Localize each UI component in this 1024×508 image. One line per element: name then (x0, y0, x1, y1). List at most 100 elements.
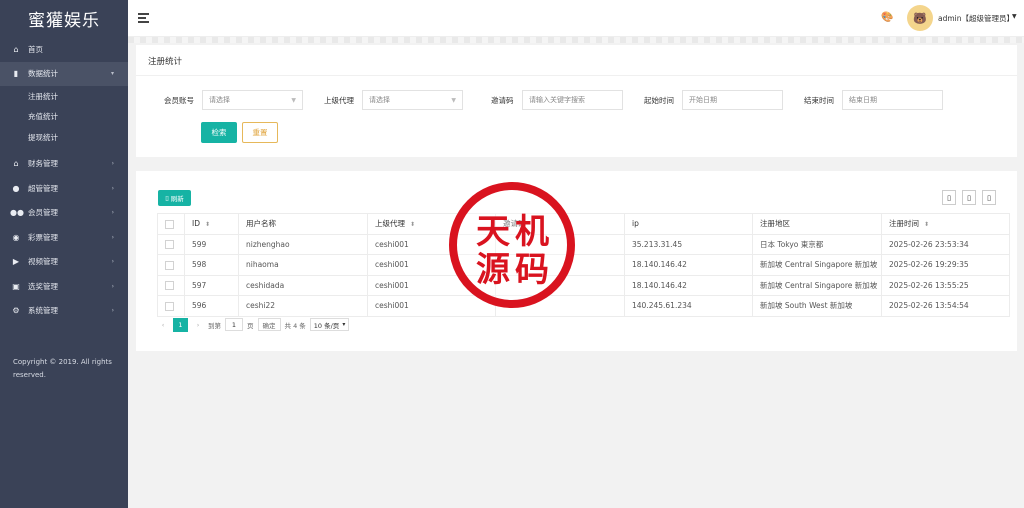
column-header-id[interactable]: ID ⬍ (184, 213, 239, 235)
sort-icon[interactable]: ⬍ (410, 221, 415, 228)
chevron-right-icon: › (111, 233, 114, 241)
agent-select[interactable]: 请选择 ▼ (362, 90, 463, 110)
prev-page-icon[interactable]: ‹ (157, 321, 169, 329)
row-checkbox[interactable] (157, 274, 185, 296)
next-page-icon[interactable]: › (192, 321, 204, 329)
top-header: 🎨 🐻 admin【超级管理员】 ▼ (128, 0, 1024, 37)
sidebar-subitem-register-stats[interactable]: 注册统计 (0, 86, 128, 107)
member-account-select[interactable]: 请选择 ▼ (202, 90, 303, 110)
goto-confirm-button[interactable]: 确定 (257, 318, 281, 331)
reset-button[interactable]: 重置 (242, 122, 278, 143)
chevron-down-icon: ▼ (291, 96, 296, 104)
cell-username: nizhenghao (238, 233, 368, 255)
app-logo: 蜜獾娱乐 (0, 0, 128, 37)
svg-text:机: 机 (515, 212, 549, 252)
row-checkbox[interactable] (157, 233, 185, 255)
table-row[interactable]: 597 ceshidada ceshi001 18.140.146.42 新加坡… (157, 274, 1010, 296)
cell-region: 新加坡 Central Singapore 新加坡 (752, 274, 882, 296)
cell-id: 599 (184, 233, 239, 255)
sidebar-item-superadmin[interactable]: ● 超管管理 › (0, 176, 128, 201)
divider (136, 75, 1017, 76)
table-row[interactable]: 598 nihaoma ceshi001 18.140.146.42 新加坡 C… (157, 254, 1010, 276)
refresh-button[interactable]: ▯ 刷新 (158, 190, 191, 206)
cell-username: ceshi22 (238, 295, 368, 317)
cell-time: 2025-02-26 13:55:25 (881, 274, 1010, 296)
sidebar-subitem-recharge-stats[interactable]: 充值统计 (0, 107, 128, 128)
sidebar-item-label: 会员管理 (28, 208, 58, 218)
sidebar-item-label: 超管管理 (28, 183, 58, 193)
page-current[interactable]: 1 (173, 317, 188, 332)
sidebar-item-members[interactable]: ●● 会员管理 › (0, 201, 128, 226)
print-icon[interactable]: ▯ (982, 190, 996, 205)
menu-toggle-icon[interactable] (138, 13, 149, 25)
row-checkbox[interactable] (157, 295, 185, 317)
cell-region: 新加坡 South West 新加坡 (752, 295, 882, 317)
select-all-checkbox[interactable] (157, 213, 185, 235)
sidebar: 蜜獾娱乐 ⌂ 首页 ▮ 数据统计 ▾ 注册统计 充值统计 提现统计 ⌂ 财务管理… (0, 0, 128, 508)
cell-time: 2025-02-26 23:53:34 (881, 233, 1010, 255)
chevron-right-icon: › (111, 258, 114, 266)
start-time-label: 起始时间 (644, 96, 674, 105)
avatar[interactable]: 🐻 (907, 5, 933, 31)
columns-filter-icon[interactable]: ▯ (942, 190, 956, 205)
sidebar-item-system[interactable]: ⚙ 系统管理 › (0, 299, 128, 324)
search-button[interactable]: 检索 (201, 122, 237, 143)
chevron-right-icon: › (111, 282, 114, 290)
sidebar-item-home[interactable]: ⌂ 首页 (0, 37, 128, 62)
invite-code-input[interactable]: 请输入关键字搜索 (522, 90, 623, 110)
data-table: ID⬍ 用户名称 上级代理⬍ 邀请码 ip 注册地区 注册时间⬍ 599 niz… (157, 213, 1010, 317)
sidebar-item-video[interactable]: ▶ 视频管理 › (0, 250, 128, 275)
chevron-right-icon: › (111, 184, 114, 192)
gamepad-icon: ◉ (12, 232, 20, 242)
chevron-down-icon: ▾ (342, 321, 346, 328)
sidebar-item-label: 彩票管理 (28, 232, 58, 242)
user-menu[interactable]: admin【超级管理员】 (938, 13, 1014, 24)
table-row[interactable]: 596 ceshi22 ceshi001 140.245.61.234 新加坡 … (157, 295, 1010, 317)
tab-strip (128, 37, 1024, 43)
member-account-label: 会员账号 (164, 96, 194, 105)
invite-code-label: 邀请码 (491, 96, 514, 105)
goto-page-input[interactable]: 1 (225, 318, 243, 331)
end-time-label: 结束时间 (804, 96, 834, 105)
sidebar-item-label: 数据统计 (28, 69, 58, 79)
watermark-stamp: 天 机 源 码 (449, 182, 575, 308)
bank-icon: ⌂ (13, 159, 19, 169)
column-header-time[interactable]: 注册时间 ⬍ (881, 213, 1010, 235)
sort-icon[interactable]: ⬍ (924, 221, 929, 228)
bar-chart-icon: ▮ (13, 69, 19, 79)
cell-time: 2025-02-26 19:29:35 (881, 254, 1010, 276)
goto-label: 到第 (208, 321, 221, 330)
results-panel: ▯ 刷新 ▯ ▯ ▯ ID⬍ 用户名称 上级代理⬍ 邀请码 ip 注册地区 注册… (136, 171, 1017, 351)
palette-icon[interactable]: 🎨 (881, 12, 893, 23)
total-count: 共 4 条 (284, 321, 306, 330)
sidebar-item-prize[interactable]: ▣ 选奖管理 › (0, 274, 128, 299)
video-icon: ▶ (12, 257, 20, 267)
chevron-right-icon: › (111, 209, 114, 217)
sort-icon[interactable]: ⬍ (205, 221, 210, 228)
svg-text:码: 码 (515, 250, 549, 290)
table-row[interactable]: 599 nizhenghao ceshi001 35.213.31.45 日本 … (157, 233, 1010, 255)
chevron-right-icon: › (111, 307, 114, 315)
column-header-ip: ip (624, 213, 753, 235)
export-icon[interactable]: ▯ (962, 190, 976, 205)
chevron-down-icon: ▾ (110, 70, 114, 78)
main-content: 注册统计 会员账号 请选择 ▼ 上级代理 请选择 ▼ 邀请码 请输入关键字搜索 … (128, 37, 1024, 508)
sidebar-item-label: 财务管理 (28, 159, 58, 169)
start-date-input[interactable]: 开始日期 (682, 90, 783, 110)
end-date-input[interactable]: 结束日期 (842, 90, 943, 110)
page-size-select[interactable]: 10 条/页 ▾ (309, 318, 350, 331)
sidebar-subitem-withdraw-stats[interactable]: 提现统计 (0, 127, 128, 148)
cell-ip: 140.245.61.234 (624, 295, 753, 317)
cell-ip: 18.140.146.42 (624, 274, 753, 296)
sidebar-item-stats[interactable]: ▮ 数据统计 ▾ (0, 61, 128, 86)
cell-id: 597 (184, 274, 239, 296)
sidebar-item-finance[interactable]: ⌂ 财务管理 › (0, 152, 128, 177)
sidebar-item-lottery[interactable]: ◉ 彩票管理 › (0, 225, 128, 250)
svg-text:天: 天 (476, 212, 510, 252)
users-icon: ●● (10, 208, 24, 218)
cell-id: 596 (184, 295, 239, 317)
sidebar-item-label: 系统管理 (28, 306, 58, 316)
row-checkbox[interactable] (157, 254, 185, 276)
sidebar-item-label: 首页 (28, 44, 43, 54)
caret-down-icon[interactable]: ▼ (1012, 13, 1017, 20)
